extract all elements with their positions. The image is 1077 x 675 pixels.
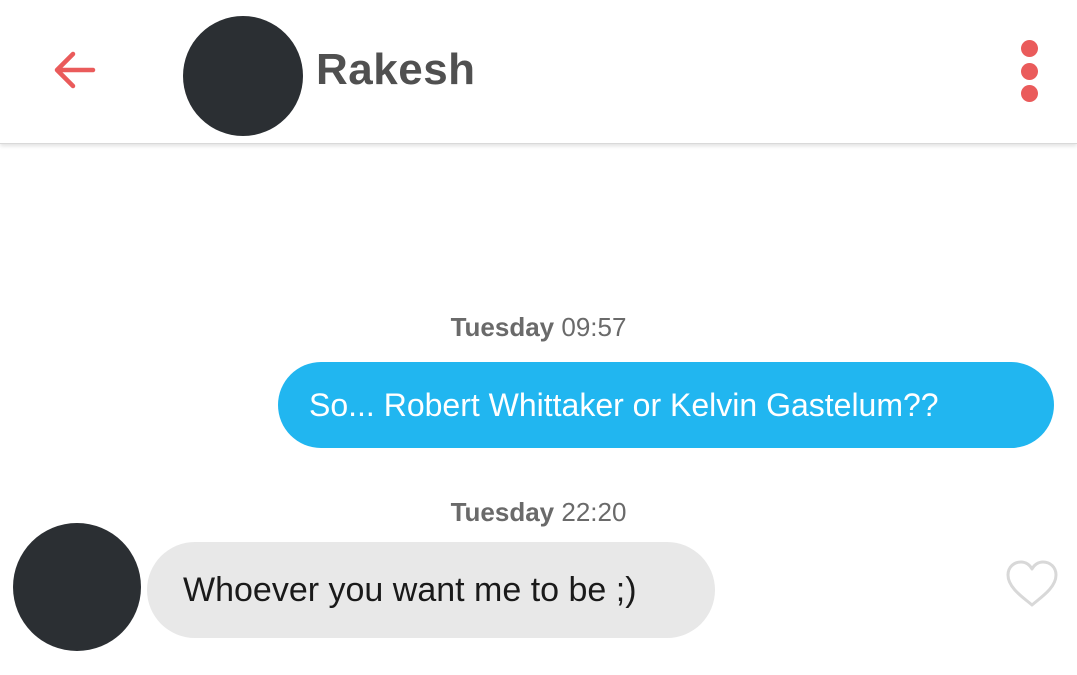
incoming-message-bubble[interactable]: Whoever you want me to be ;) — [147, 542, 715, 638]
message-timestamp: Tuesday 22:20 — [0, 497, 1077, 527]
like-message-button[interactable] — [1004, 558, 1060, 610]
timestamp-time: 22:20 — [561, 497, 627, 527]
timestamp-day: Tuesday — [450, 497, 555, 527]
back-button[interactable] — [44, 40, 104, 100]
contact-name[interactable]: Rakesh — [316, 44, 476, 96]
heart-outline-icon — [1006, 560, 1058, 607]
arrow-left-icon — [54, 51, 96, 89]
menu-dot — [1020, 85, 1038, 102]
timestamp-day: Tuesday — [450, 312, 555, 342]
menu-dot — [1020, 62, 1038, 80]
outgoing-message-bubble[interactable]: So... Robert Whittaker or Kelvin Gastelu… — [278, 362, 1054, 448]
timestamp-time: 09:57 — [561, 312, 627, 342]
chat-screen: Rakesh Tuesday 09:57 So... Robert Whitta… — [0, 0, 1077, 675]
contact-avatar[interactable] — [183, 16, 303, 136]
sender-avatar[interactable] — [13, 523, 141, 651]
message-timestamp: Tuesday 09:57 — [0, 312, 1077, 342]
menu-dot — [1020, 40, 1038, 57]
chat-header: Rakesh — [0, 0, 1077, 144]
more-options-button[interactable] — [1007, 36, 1051, 106]
